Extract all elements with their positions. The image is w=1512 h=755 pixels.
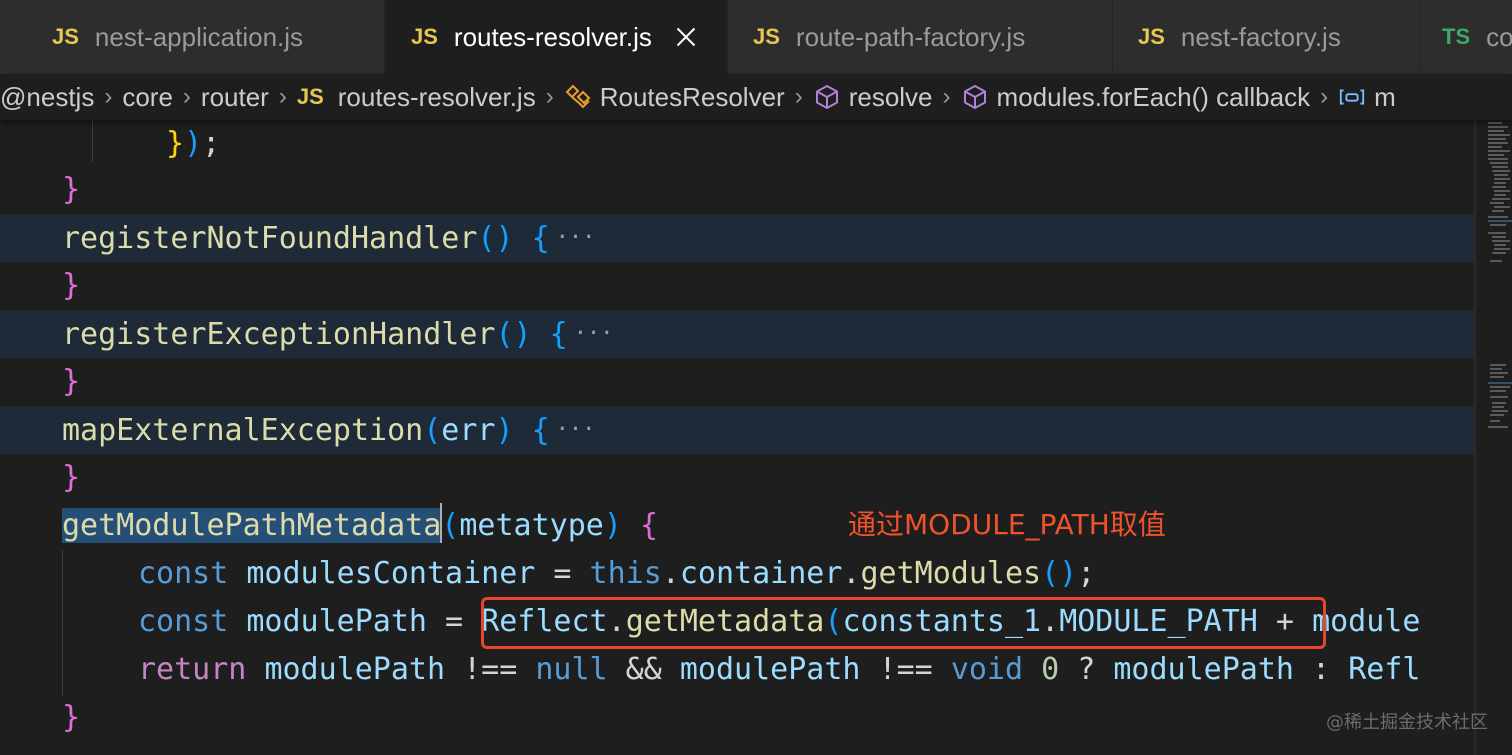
close-icon[interactable] [672, 23, 700, 51]
breadcrumb-item-callback[interactable]: modules.forEach() callback [961, 81, 1311, 113]
breadcrumb-item-core[interactable]: core [122, 82, 173, 113]
tab-nest-factory[interactable]: JS nest-factory.js [1113, 0, 1420, 74]
code-line: const modulesContainer = this.container.… [138, 556, 1096, 591]
method-symbol-icon [813, 83, 841, 111]
selected-text: getModulePathMetadata [62, 508, 442, 543]
chevron-right-icon: › [278, 83, 287, 110]
annotation-highlight-box [481, 597, 1326, 649]
breadcrumb-item-file[interactable]: JS routes-resolver.js [297, 82, 536, 113]
tab-label: route-path-factory.js [795, 21, 1026, 52]
fold-ellipsis-icon[interactable]: ··· [574, 321, 614, 346]
code-line: getModulePathMetadata(metatype) { [0, 502, 1476, 550]
breadcrumb-class-label: RoutesResolver [599, 81, 785, 112]
breadcrumb-method-label: resolve [848, 81, 933, 112]
breadcrumb: @nestjs › core › router › JS routes-reso… [0, 74, 1512, 120]
breadcrumb-item-router[interactable]: router [201, 82, 269, 113]
method-symbol-icon [961, 83, 989, 111]
code-line: }); [166, 126, 221, 161]
js-file-icon: JS [753, 24, 780, 49]
ts-file-icon: TS [1442, 24, 1471, 49]
code-line-folded: registerNotFoundHandler() {··· [0, 214, 1476, 262]
annotation-label: 通过MODULE_PATH取值 [848, 508, 1166, 541]
fold-ellipsis-icon[interactable]: ··· [556, 417, 596, 442]
chevron-right-icon: › [942, 83, 951, 110]
code-line: return modulePath !== null && modulePath… [138, 652, 1421, 687]
code-line-folded: mapExternalException(err) {··· [0, 406, 1476, 454]
code-line-folded: registerExceptionHandler() {··· [0, 310, 1476, 358]
watermark: @稀土掘金技术社区 [1326, 712, 1488, 733]
code-line: } [62, 268, 81, 303]
breadcrumb-callback-label: modules.forEach() callback [996, 81, 1311, 112]
chevron-right-icon: › [104, 83, 113, 110]
breadcrumb-item-method[interactable]: resolve [813, 82, 933, 113]
js-file-icon: JS [296, 84, 324, 109]
breadcrumb-variable-label: m [1374, 81, 1396, 112]
chevron-right-icon: › [1320, 83, 1329, 110]
chevron-right-icon: › [794, 83, 803, 110]
js-file-icon: JS [1138, 24, 1165, 49]
code-line: } [62, 460, 81, 495]
editor-tab-bar: JS nest-application.js JS routes-resolve… [0, 0, 1512, 74]
minimap[interactable] [1476, 120, 1512, 755]
tab-label: nest-application.js [94, 21, 304, 52]
breadcrumb-file-label: routes-resolver.js [337, 81, 536, 112]
chevron-right-icon: › [182, 83, 191, 110]
code-line: } [62, 172, 81, 207]
breadcrumb-item-class[interactable]: RoutesResolver [564, 82, 785, 113]
breadcrumb-item-variable[interactable]: m [1338, 82, 1396, 113]
tab-label: routes-resolver.js [453, 21, 652, 52]
tab-ts-file[interactable]: TS co [1420, 0, 1512, 74]
js-file-icon: JS [52, 24, 79, 49]
code-line: } [62, 700, 81, 735]
fold-ellipsis-icon[interactable]: ··· [556, 225, 596, 250]
variable-symbol-icon [1338, 83, 1366, 111]
tab-nest-application[interactable]: JS nest-application.js [0, 0, 385, 74]
js-file-icon: JS [411, 24, 438, 49]
tab-route-path-factory[interactable]: JS route-path-factory.js [728, 0, 1113, 74]
tab-label: co [1486, 21, 1512, 52]
tab-label: nest-factory.js [1180, 21, 1341, 52]
code-editor[interactable]: }); } registerNotFoundHandler() {··· } r… [0, 120, 1476, 755]
chevron-right-icon: › [545, 83, 554, 110]
class-symbol-icon [564, 83, 592, 111]
breadcrumb-item-nestjs[interactable]: @nestjs [0, 82, 94, 113]
code-line: } [62, 364, 81, 399]
tab-routes-resolver[interactable]: JS routes-resolver.js [385, 0, 728, 74]
